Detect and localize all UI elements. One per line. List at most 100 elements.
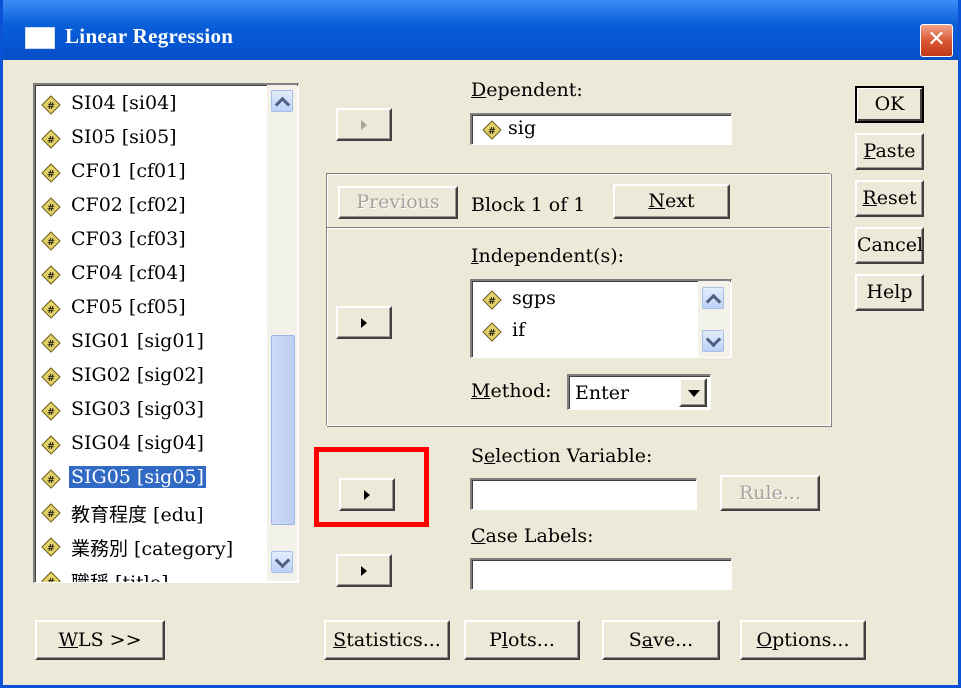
scale-variable-icon: # (41, 299, 61, 319)
variable-list-items: # SI04 [si04] # SI05 [si05] # CF01 [cf01] # CF0… (35, 85, 267, 583)
arrow-right-icon (361, 566, 367, 576)
method-value: Enter (575, 382, 630, 404)
variable-list[interactable]: # SI04 [si04] # SI05 [si05] # CF01 [cf01] # CF0… (33, 83, 299, 583)
scroll-down-button[interactable] (702, 330, 724, 352)
list-item-label: 教育程度 [edu] (71, 504, 204, 526)
svg-text:#: # (488, 126, 496, 137)
window-title: Linear Regression (65, 24, 234, 48)
paste-button[interactable]: Paste (855, 133, 924, 170)
variable-list-item[interactable]: # SIG05 [sig05] (39, 464, 259, 492)
list-item-label: CF05 [cf05] (71, 296, 186, 318)
scroll-down-button[interactable] (271, 551, 293, 573)
options-button[interactable]: Options... (740, 620, 866, 660)
case-labels-label: Case Labels: (471, 525, 594, 547)
rule-button[interactable]: Rule... (720, 475, 820, 511)
dropdown-arrow-icon (688, 390, 700, 397)
variable-list-item[interactable]: # SIG04 [sig04] (39, 430, 259, 458)
scale-variable-icon: # (41, 367, 61, 387)
save-button[interactable]: Save... (602, 620, 720, 660)
variable-list-item[interactable]: # 職稱 [title] (39, 566, 259, 583)
help-button[interactable]: Help (855, 274, 924, 311)
chevron-down-icon (274, 552, 291, 569)
dependent-arrow-button[interactable] (336, 108, 392, 141)
next-button[interactable]: Next (613, 184, 730, 219)
svg-text:#: # (47, 135, 55, 146)
svg-text:#: # (47, 169, 55, 180)
dependent-label: Dependent: (471, 79, 583, 101)
variable-list-item[interactable]: # CF02 [cf02] (39, 192, 259, 220)
close-button[interactable]: ✕ (920, 24, 953, 57)
independent-list-item[interactable]: # if (480, 317, 700, 345)
chevron-down-icon (705, 331, 722, 348)
previous-button[interactable]: Previous (338, 186, 458, 219)
plots-button[interactable]: Plots... (464, 620, 580, 660)
variable-list-item[interactable]: # SI04 [si04] (39, 90, 259, 118)
variable-list-item[interactable]: # 業務別 [category] (39, 532, 259, 560)
scrollbar-thumb[interactable] (271, 335, 295, 525)
variable-list-item[interactable]: # SI05 [si05] (39, 124, 259, 152)
independent-list-item[interactable]: # sgps (480, 285, 700, 313)
scale-variable-icon: # (41, 197, 61, 217)
arrow-right-icon (364, 490, 370, 500)
scale-variable-icon: # (41, 231, 61, 251)
variable-list-item[interactable]: # CF01 [cf01] (39, 158, 259, 186)
variable-list-item[interactable]: # 教育程度 [edu] (39, 498, 259, 526)
scale-variable-icon: # (41, 435, 61, 455)
variable-list-item[interactable]: # CF05 [cf05] (39, 294, 259, 322)
variable-list-item[interactable]: # SIG02 [sig02] (39, 362, 259, 390)
reset-button[interactable]: Reset (855, 180, 924, 217)
list-item-label: CF04 [cf04] (71, 262, 186, 284)
list-item-label: SIG01 [sig01] (71, 330, 204, 352)
independents-label: Independent(s): (471, 245, 625, 267)
linear-regression-dialog: Linear Regression ✕ # SI04 [si04] # SI05 [s… (0, 0, 961, 688)
list-item-label: SIG02 [sig02] (71, 364, 204, 386)
list-item-label: CF02 [cf02] (71, 194, 186, 216)
variable-list-item[interactable]: # SIG03 [sig03] (39, 396, 259, 424)
selection-variable-arrow-button[interactable] (339, 478, 395, 511)
variable-list-item[interactable]: # CF04 [cf04] (39, 260, 259, 288)
svg-text:#: # (47, 407, 55, 418)
list-item-label: CF01 [cf01] (71, 160, 186, 182)
arrow-right-icon (361, 318, 367, 328)
statistics-button[interactable]: Statistics... (324, 620, 450, 660)
list-item-label: SIG04 [sig04] (71, 432, 204, 454)
svg-text:#: # (47, 373, 55, 384)
chevron-up-icon (274, 96, 291, 113)
list-item-label: 職稱 [title] (71, 572, 169, 583)
scroll-up-button[interactable] (271, 90, 293, 113)
list-item-label: SIG03 [sig03] (71, 398, 204, 420)
svg-text:#: # (488, 328, 496, 339)
independents-scrollbar[interactable] (698, 281, 730, 357)
scale-variable-icon: # (41, 503, 61, 523)
scale-variable-icon: # (41, 401, 61, 421)
independents-list[interactable]: # sgps # if (470, 279, 732, 358)
wls-button[interactable]: WLS >> (35, 620, 165, 660)
selection-variable-field[interactable] (470, 478, 697, 510)
dependent-field[interactable]: # sig (470, 113, 732, 145)
independents-arrow-button[interactable] (336, 306, 392, 339)
list-item-label: sgps (512, 287, 556, 309)
close-icon: ✕ (927, 27, 946, 52)
method-select[interactable]: Enter (567, 374, 711, 410)
scale-variable-icon: # (41, 571, 61, 582)
cancel-button[interactable]: Cancel (855, 227, 924, 264)
block-status: Block 1 of 1 (471, 194, 586, 216)
title-bar[interactable]: Linear Regression ✕ (3, 0, 958, 60)
variable-list-item[interactable]: # CF03 [cf03] (39, 226, 259, 254)
scale-variable-icon: # (482, 322, 502, 342)
scroll-up-button[interactable] (702, 287, 724, 310)
selection-variable-label: Selection Variable: (471, 445, 653, 467)
ok-button[interactable]: OK (855, 86, 924, 123)
list-item-label: SI05 [si05] (71, 126, 177, 148)
variable-list-item[interactable]: # SIG01 [sig01] (39, 328, 259, 356)
arrow-right-icon (361, 120, 367, 130)
svg-text:#: # (47, 339, 55, 350)
case-labels-field[interactable] (470, 558, 732, 590)
svg-text:#: # (47, 203, 55, 214)
method-dropdown-button[interactable] (679, 378, 707, 407)
svg-text:#: # (47, 475, 55, 486)
list-item-label: CF03 [cf03] (71, 228, 186, 250)
chevron-up-icon (705, 293, 722, 310)
variable-list-scrollbar[interactable] (267, 85, 297, 581)
case-labels-arrow-button[interactable] (336, 554, 392, 587)
